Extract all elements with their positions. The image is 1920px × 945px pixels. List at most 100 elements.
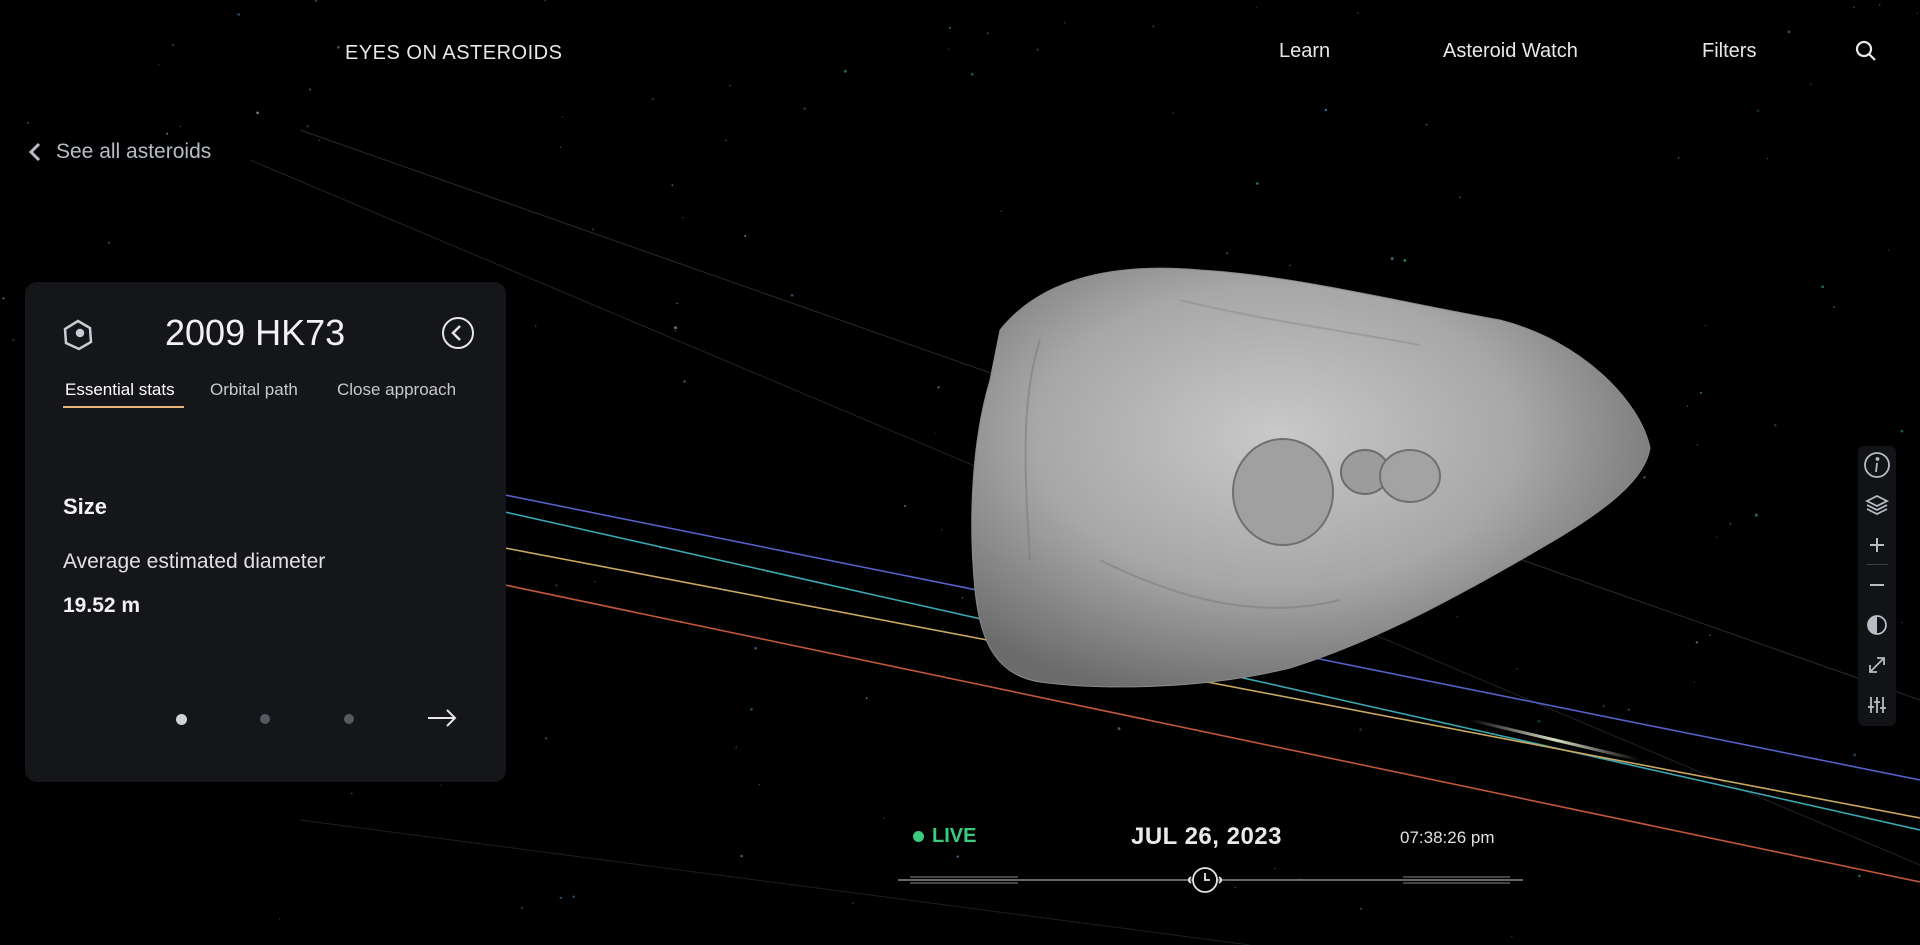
star bbox=[350, 792, 353, 795]
star bbox=[1390, 257, 1394, 261]
circle-chevron-left-icon bbox=[442, 317, 474, 349]
star bbox=[1289, 264, 1291, 267]
star bbox=[12, 338, 15, 342]
star bbox=[1693, 681, 1695, 683]
star bbox=[682, 216, 684, 219]
star bbox=[318, 139, 321, 142]
star bbox=[1696, 443, 1699, 446]
star bbox=[107, 241, 111, 244]
star bbox=[1000, 210, 1002, 212]
contrast-button[interactable] bbox=[1860, 608, 1894, 642]
zoom-out-icon bbox=[1870, 584, 1884, 586]
clock-icon bbox=[1186, 867, 1224, 893]
site-logo[interactable]: EYES ON ASTEROIDS bbox=[345, 42, 562, 65]
star bbox=[519, 557, 521, 560]
search-button[interactable] bbox=[1855, 40, 1879, 64]
star bbox=[740, 854, 743, 858]
zoom-in-button[interactable] bbox=[1860, 528, 1894, 562]
nav-filters[interactable]: Filters bbox=[1702, 40, 1756, 63]
star bbox=[544, 737, 548, 740]
star bbox=[592, 228, 595, 231]
star bbox=[1832, 306, 1835, 309]
star bbox=[1821, 285, 1824, 289]
active-tab-indicator bbox=[63, 406, 184, 408]
tab-close-approach[interactable]: Close approach bbox=[337, 380, 456, 400]
star bbox=[1602, 704, 1605, 708]
zoom-in-icon bbox=[1870, 538, 1884, 552]
info-button[interactable] bbox=[1860, 448, 1894, 482]
star bbox=[1756, 109, 1760, 113]
info-icon bbox=[1864, 452, 1890, 478]
star bbox=[1627, 708, 1630, 711]
star bbox=[1766, 157, 1769, 160]
star bbox=[674, 330, 676, 332]
see-all-asteroids-link[interactable]: See all asteroids bbox=[28, 140, 211, 164]
star bbox=[1117, 727, 1121, 731]
star bbox=[179, 125, 182, 128]
star bbox=[1403, 258, 1407, 262]
star bbox=[572, 895, 575, 898]
star bbox=[1425, 123, 1428, 126]
star bbox=[1695, 641, 1699, 644]
star bbox=[903, 504, 907, 508]
star bbox=[555, 584, 558, 587]
star bbox=[1686, 405, 1689, 407]
star bbox=[671, 184, 674, 187]
nav-asteroid-watch[interactable]: Asteroid Watch bbox=[1443, 40, 1578, 63]
star bbox=[1359, 728, 1362, 731]
zoom-out-button[interactable] bbox=[1860, 568, 1894, 602]
pagination-dot-1[interactable] bbox=[176, 714, 187, 725]
star bbox=[1699, 391, 1703, 394]
star bbox=[1678, 157, 1680, 159]
star bbox=[521, 906, 523, 909]
star bbox=[559, 896, 563, 900]
search-icon bbox=[1855, 40, 1876, 61]
star bbox=[1456, 616, 1458, 618]
layers-button[interactable] bbox=[1860, 488, 1894, 522]
time-scrubber-handle[interactable] bbox=[1186, 866, 1224, 894]
star bbox=[1853, 753, 1857, 757]
back-link-label: See all asteroids bbox=[56, 140, 212, 163]
star bbox=[1773, 423, 1777, 427]
collapse-panel-button[interactable] bbox=[441, 316, 475, 350]
current-time: 07:38:26 pm bbox=[1400, 828, 1495, 847]
star bbox=[1900, 429, 1904, 433]
star bbox=[758, 783, 760, 786]
star bbox=[306, 124, 309, 128]
star bbox=[940, 529, 943, 531]
star bbox=[256, 111, 259, 115]
pagination-dot-3[interactable] bbox=[344, 714, 354, 724]
section-heading: Size bbox=[63, 494, 108, 519]
asteroid-info-panel: 2009 HK73 Essential stats Orbital path C… bbox=[25, 282, 506, 782]
live-label: LIVE bbox=[932, 825, 977, 847]
next-stat-button[interactable] bbox=[425, 706, 459, 730]
contrast-icon bbox=[1867, 615, 1887, 635]
star bbox=[961, 597, 964, 599]
star bbox=[1900, 621, 1903, 624]
live-button[interactable]: LIVE bbox=[913, 825, 976, 848]
asteroid-model[interactable] bbox=[971, 267, 1651, 688]
tab-essential-stats[interactable]: Essential stats bbox=[65, 380, 175, 400]
star bbox=[754, 646, 757, 650]
star bbox=[1709, 634, 1712, 636]
pagination-dot-2[interactable] bbox=[260, 714, 270, 724]
star bbox=[1256, 182, 1259, 185]
star bbox=[1324, 108, 1328, 112]
star bbox=[937, 386, 940, 389]
star bbox=[735, 746, 737, 749]
settings-button[interactable] bbox=[1860, 688, 1894, 722]
fullscreen-button[interactable] bbox=[1860, 648, 1894, 682]
star bbox=[676, 302, 678, 305]
star bbox=[1754, 513, 1758, 517]
stat-label: Average estimated diameter bbox=[63, 550, 326, 573]
tab-orbital-path[interactable]: Orbital path bbox=[210, 380, 298, 400]
star bbox=[1172, 111, 1174, 114]
star bbox=[1887, 249, 1890, 251]
nav-learn[interactable]: Learn bbox=[1279, 40, 1330, 63]
view-controls-toolbar bbox=[1858, 446, 1896, 726]
star bbox=[440, 784, 443, 786]
star bbox=[2, 297, 5, 300]
star bbox=[534, 325, 537, 327]
star bbox=[750, 708, 753, 711]
star bbox=[956, 855, 960, 858]
